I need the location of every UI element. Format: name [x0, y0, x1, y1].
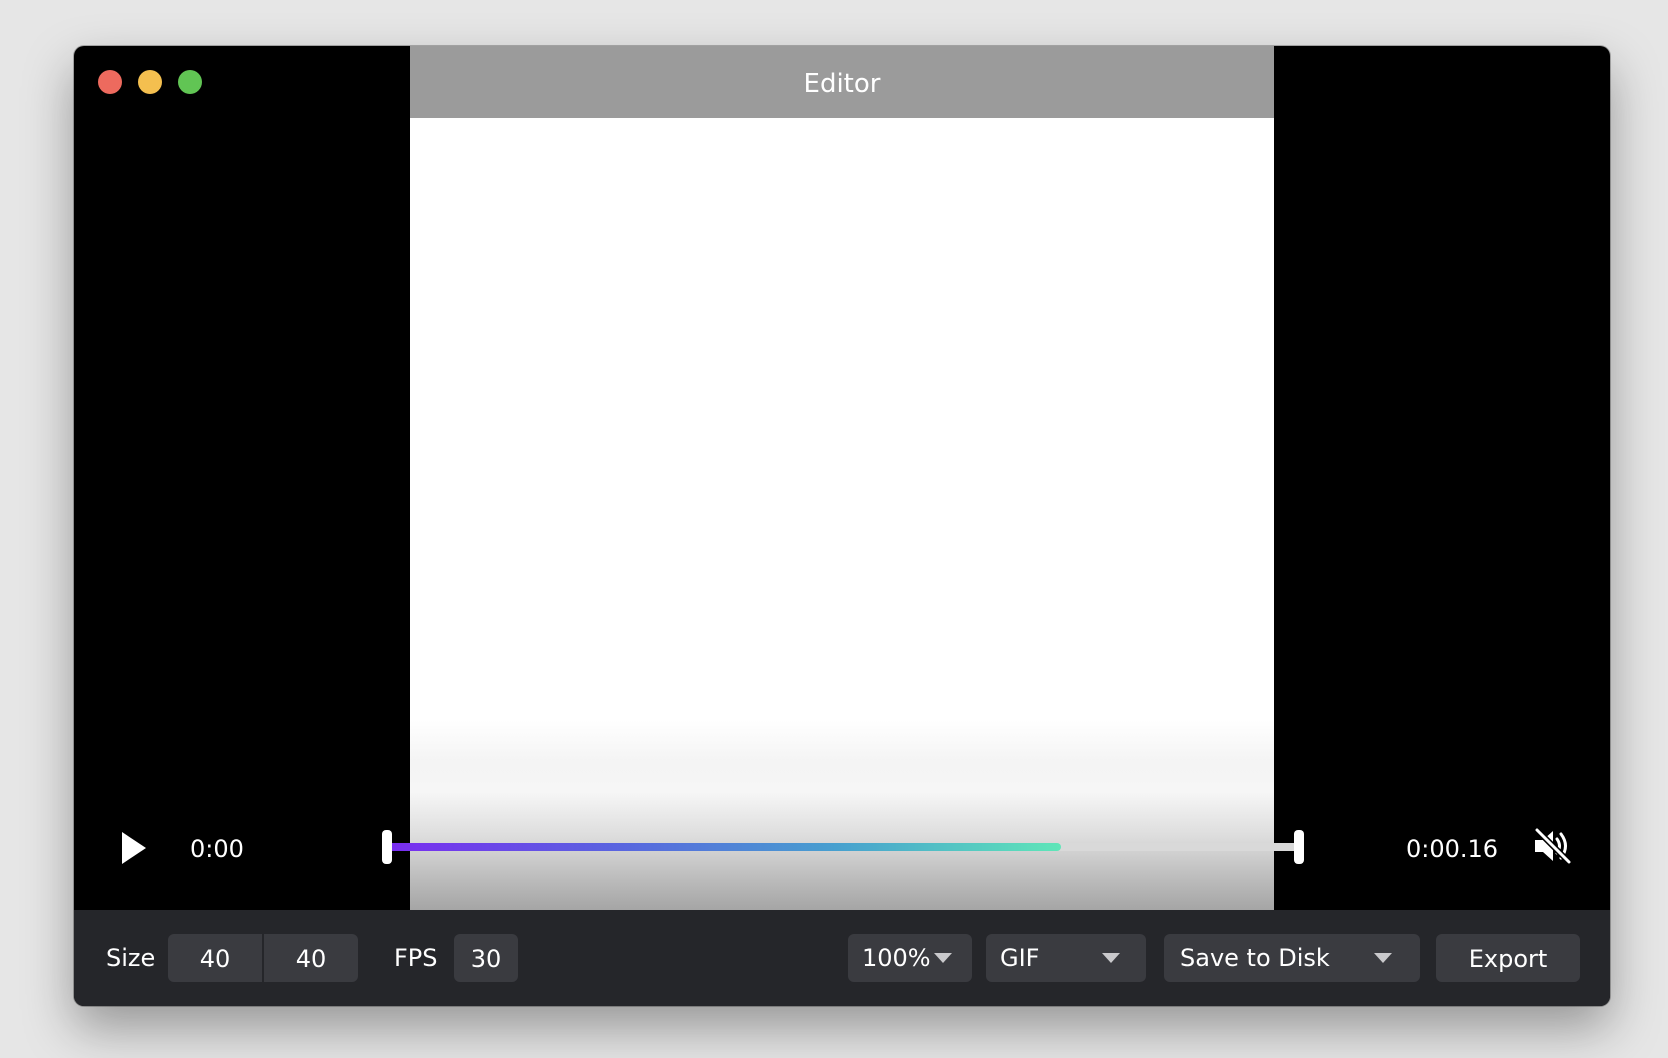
timeline-progress	[386, 843, 1061, 851]
play-icon	[122, 832, 146, 864]
zoom-dropdown[interactable]: 100%	[848, 934, 972, 982]
end-time: 0:00.16	[1406, 835, 1499, 863]
timeline-scrubber[interactable]	[382, 830, 1304, 864]
preview-overlay-gradient	[410, 720, 1274, 910]
width-input[interactable]: 40	[168, 934, 262, 982]
destination-dropdown-value: Save to Disk	[1180, 944, 1330, 972]
height-input[interactable]: 40	[264, 934, 358, 982]
window-minimize-button[interactable]	[138, 70, 162, 94]
window-zoom-button[interactable]	[178, 70, 202, 94]
trim-start-handle[interactable]	[382, 830, 392, 864]
destination-dropdown[interactable]: Save to Disk	[1164, 934, 1420, 982]
fps-input[interactable]: 30	[454, 934, 518, 982]
editor-window: Editor 0:00 0:00.16 Size 40 40 FPS 30 10…	[74, 46, 1610, 1006]
format-dropdown[interactable]: GIF	[986, 934, 1146, 982]
fps-label: FPS	[394, 944, 438, 972]
chevron-down-icon	[934, 953, 952, 963]
current-time: 0:00	[190, 835, 244, 863]
zoom-dropdown-value: 100%	[862, 944, 931, 972]
video-preview: Editor	[410, 46, 1274, 910]
export-toolbar: Size 40 40 FPS 30 100% GIF Save to Disk …	[74, 910, 1610, 1006]
size-label: Size	[106, 944, 156, 972]
chevron-down-icon	[1102, 953, 1120, 963]
trim-end-handle[interactable]	[1294, 830, 1304, 864]
speaker-muted-icon	[1534, 827, 1572, 865]
format-dropdown-value: GIF	[1000, 944, 1040, 972]
chevron-down-icon	[1374, 953, 1392, 963]
window-close-button[interactable]	[98, 70, 122, 94]
mute-button[interactable]	[1532, 826, 1572, 866]
preview-title: Editor	[410, 46, 1274, 118]
play-button[interactable]	[120, 830, 148, 866]
export-button[interactable]: Export	[1436, 934, 1580, 982]
